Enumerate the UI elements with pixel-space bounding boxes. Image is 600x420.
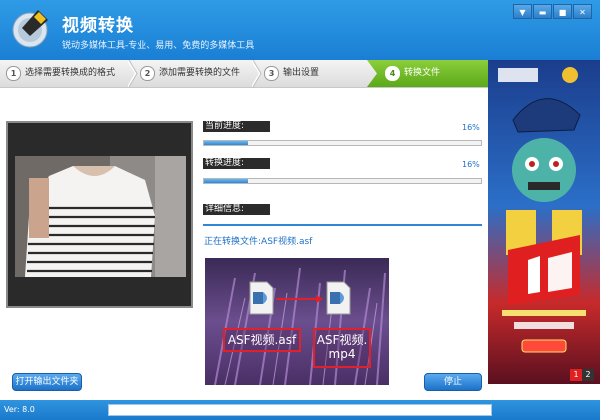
maximize-icon[interactable]: ■ — [553, 4, 572, 19]
details-label: 详细信息: — [203, 204, 270, 215]
status-field — [108, 404, 492, 416]
step-separator-icon — [252, 60, 262, 87]
total-progress-bar — [203, 178, 482, 184]
app-window: 视频转换 锐动多媒体工具-专业、易用、免费的多媒体工具 ▼ ▬ ■ ✕ 1 选择… — [0, 0, 600, 420]
target-file-label-line2: mp4 — [328, 347, 356, 361]
conversion-thumbnail: ASF视频.asf ASF视频. mp4 — [205, 258, 389, 385]
app-subtitle: 锐动多媒体工具-专业、易用、免费的多媒体工具 — [62, 41, 255, 51]
step-4-active[interactable]: 4 转换文件 — [367, 60, 488, 87]
current-progress-fill — [204, 141, 249, 145]
step-label: 选择需要转换成的格式 — [25, 68, 116, 78]
target-file-label-line1: ASF视频. — [316, 333, 368, 347]
converting-file-text: 正在转换文件:ASF视频.asf — [204, 237, 313, 247]
ad-banner[interactable] — [488, 60, 600, 384]
target-file-icon — [326, 281, 351, 315]
ad-page-1[interactable]: 1 — [570, 369, 582, 381]
source-file-icon — [249, 281, 274, 315]
step-number: 4 — [385, 66, 400, 81]
step-separator-icon — [128, 60, 138, 87]
current-progress-percent: 16% — [462, 123, 480, 132]
step-4: 4 转换文件 — [385, 60, 440, 87]
step-number: 2 — [140, 66, 155, 81]
version-text: Ver: 8.0 — [4, 405, 35, 414]
open-output-folder-button[interactable]: 打开输出文件夹 — [12, 373, 82, 391]
step-3[interactable]: 3 输出设置 — [264, 60, 319, 87]
app-title: 视频转换 — [62, 16, 134, 36]
preview-frame-image — [15, 156, 186, 277]
title-bar: 视频转换 锐动多媒体工具-专业、易用、免费的多媒体工具 ▼ ▬ ■ ✕ — [0, 0, 600, 60]
step-number: 1 — [6, 66, 21, 81]
ad-banner-image — [488, 60, 600, 384]
total-progress-label: 转换进度: — [203, 158, 270, 169]
total-progress-percent: 16% — [462, 160, 480, 169]
menu-icon[interactable]: ▼ — [513, 4, 532, 19]
target-file-label: ASF视频. mp4 — [313, 328, 371, 368]
total-progress-fill — [204, 179, 249, 183]
video-preview — [6, 121, 193, 308]
step-label: 添加需要转换的文件 — [159, 68, 241, 78]
step-label: 输出设置 — [283, 68, 320, 78]
ad-page-2[interactable]: 2 — [582, 369, 594, 381]
current-progress-label: 当前进度: — [203, 121, 270, 132]
step-number: 3 — [264, 66, 279, 81]
step-2[interactable]: 2 添加需要转换的文件 — [140, 60, 240, 87]
stop-button[interactable]: 停止 — [424, 373, 482, 391]
details-divider — [203, 224, 482, 226]
app-logo-icon — [12, 10, 48, 48]
step-1[interactable]: 1 选择需要转换成的格式 — [6, 60, 115, 87]
close-icon[interactable]: ✕ — [573, 4, 592, 19]
source-file-label: ASF视频.asf — [223, 328, 301, 352]
window-controls: ▼ ▬ ■ ✕ — [513, 4, 595, 20]
current-progress-bar — [203, 140, 482, 146]
step-label: 转换文件 — [404, 68, 441, 78]
ad-pager: 1 2 — [570, 369, 594, 381]
minimize-icon[interactable]: ▬ — [533, 4, 552, 19]
